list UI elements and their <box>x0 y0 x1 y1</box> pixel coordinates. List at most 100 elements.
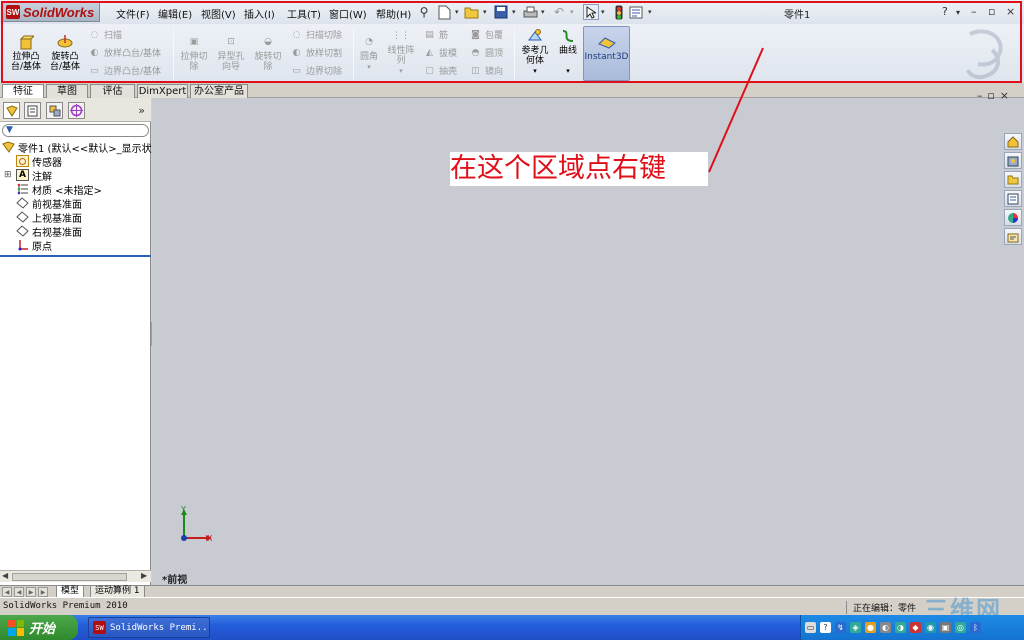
viewport-close-icon[interactable]: × <box>1000 89 1014 102</box>
volume-icon[interactable]: ◐ <box>880 622 891 633</box>
menu-help[interactable]: 帮助(H) <box>376 6 411 21</box>
file-explorer-icon[interactable] <box>1004 171 1022 188</box>
solidworks-logo[interactable]: SW SolidWorks <box>2 2 100 22</box>
revolve-cut-button[interactable]: ◒ 旋转切 除 <box>250 34 286 72</box>
custom-properties-icon[interactable] <box>1004 228 1022 245</box>
feature-manager-tab-icon[interactable] <box>3 102 20 119</box>
expand-icon[interactable]: ⊞ <box>4 170 12 180</box>
taskbar-solidworks-item[interactable]: SW SolidWorks Premi... <box>88 617 210 638</box>
draft-button[interactable]: ◭ 拔模 <box>423 46 457 60</box>
curves-dropdown-icon[interactable]: ▾ <box>566 66 570 76</box>
next-tab-icon[interactable]: ▶ <box>26 587 36 597</box>
swept-cut-button[interactable]: ◌ 扫描切除 <box>290 28 342 42</box>
reference-geometry-dropdown-icon[interactable]: ▾ <box>533 66 537 76</box>
help-icon[interactable]: ? <box>942 5 948 18</box>
rib-button[interactable]: ▤ 筋 <box>423 28 448 42</box>
open-folder-icon[interactable] <box>464 4 480 20</box>
tree-item-sensors[interactable]: 传感器 <box>16 154 62 169</box>
linear-pattern-button[interactable]: ⋮⋮ 线性阵 列 ▾ <box>384 28 418 76</box>
menu-edit[interactable]: 编辑(E) <box>158 6 192 21</box>
curves-button[interactable]: 曲线 ▾ <box>555 28 581 76</box>
menu-file[interactable]: 文件(F) <box>116 6 150 21</box>
fillet-button[interactable]: ◔ 圆角 ▾ <box>356 34 382 72</box>
hole-wizard-button[interactable]: ⊡ 异型孔 向导 <box>213 34 249 72</box>
tab-office-products[interactable]: 办公室产品 <box>190 84 248 98</box>
revolve-boss-button[interactable]: 旋转凸 台/基体 <box>47 34 83 72</box>
wrap-button[interactable]: ◙ 包覆 <box>469 28 503 42</box>
tree-item-annotations[interactable]: ⊞ A 注解 <box>4 168 52 183</box>
view-palette-icon[interactable] <box>1004 190 1022 207</box>
help-tray-icon[interactable]: ? <box>820 622 831 633</box>
options-dropdown-icon[interactable]: ▾ <box>648 8 652 16</box>
menu-insert[interactable]: 插入(I) <box>244 6 275 21</box>
save-icon[interactable] <box>493 4 509 20</box>
reference-geometry-button[interactable]: 参考几 何体 ▾ <box>518 28 552 76</box>
sweep-button[interactable]: ◌ 扫描 <box>88 28 122 42</box>
dimxpert-manager-tab-icon[interactable] <box>68 102 85 119</box>
tab-evaluate[interactable]: 评估 <box>90 84 135 98</box>
rebuild-traffic-light-icon[interactable] <box>611 4 627 20</box>
rollback-bar[interactable] <box>0 255 151 257</box>
last-tab-icon[interactable]: ▶ <box>38 587 48 597</box>
restore-icon[interactable]: ▫ <box>988 5 995 18</box>
panel-more-icon[interactable]: » <box>138 104 145 117</box>
instant3d-button[interactable]: Instant3D <box>583 26 630 81</box>
keyboard-icon[interactable]: ▭ <box>805 622 816 633</box>
security-icon[interactable]: ● <box>865 622 876 633</box>
configuration-manager-tab-icon[interactable] <box>46 102 63 119</box>
tab-sketch[interactable]: 草图 <box>46 84 88 98</box>
print-dropdown-icon[interactable]: ▾ <box>541 8 545 16</box>
linear-pattern-dropdown-icon[interactable]: ▾ <box>399 66 403 76</box>
appearances-icon[interactable] <box>1004 209 1022 226</box>
dome-button[interactable]: ◓ 圆顶 <box>469 46 503 60</box>
menu-window[interactable]: 窗口(W) <box>329 6 367 21</box>
loft-boss-button[interactable]: ◐ 放样凸台/基体 <box>88 46 161 60</box>
tree-item-front-plane[interactable]: 前视基准面 <box>16 196 82 211</box>
property-manager-tab-icon[interactable] <box>24 102 41 119</box>
select-dropdown-icon[interactable]: ▾ <box>601 8 605 16</box>
new-dropdown-icon[interactable]: ▾ <box>455 8 459 16</box>
new-document-icon[interactable] <box>436 4 452 20</box>
language-icon[interactable]: ↯ <box>835 622 846 633</box>
first-tab-icon[interactable]: ◀ <box>2 587 12 597</box>
save-dropdown-icon[interactable]: ▾ <box>512 8 516 16</box>
options-icon[interactable] <box>628 4 644 20</box>
lofted-cut-button[interactable]: ◐ 放样切割 <box>290 46 342 60</box>
viewport-restore-icon[interactable]: ▫ <box>987 89 999 102</box>
feature-filter-input[interactable]: ▼ <box>2 124 149 137</box>
menu-tools[interactable]: 工具(T) <box>287 6 321 21</box>
menu-view[interactable]: 视图(V) <box>201 6 236 21</box>
messenger-icon[interactable]: ◉ <box>925 622 936 633</box>
viewport-minimize-icon[interactable]: – <box>977 89 988 102</box>
update-icon[interactable]: ◑ <box>895 622 906 633</box>
display-icon[interactable]: ▣ <box>940 622 951 633</box>
scroll-left-icon[interactable]: ◀ <box>2 571 8 580</box>
tree-item-material[interactable]: 材质 <未指定> <box>16 182 102 197</box>
undo-dropdown-icon[interactable]: ▾ <box>570 8 574 16</box>
tree-item-part[interactable]: 零件1 (默认<<默认>_显示状态 <box>2 140 162 155</box>
tab-features[interactable]: 特征 <box>2 84 44 98</box>
bluetooth-icon[interactable]: ᛒ <box>970 622 981 633</box>
extrude-boss-button[interactable]: 拉伸凸 台/基体 <box>8 34 44 72</box>
tree-item-origin[interactable]: 原点 <box>16 238 52 253</box>
print-icon[interactable] <box>522 4 538 20</box>
mirror-button[interactable]: ◫ 镜向 <box>469 64 503 78</box>
close-icon[interactable]: × <box>1006 5 1015 18</box>
select-cursor-icon[interactable] <box>583 4 599 20</box>
panel-horizontal-scrollbar[interactable]: ◀ ▶ <box>0 570 151 582</box>
design-library-icon[interactable] <box>1004 152 1022 169</box>
boundary-boss-button[interactable]: ▭ 边界凸台/基体 <box>88 64 161 78</box>
task-pane-home-icon[interactable] <box>1004 133 1022 150</box>
tab-dimxpert[interactable]: DimXpert <box>137 84 188 98</box>
help-dropdown-icon[interactable]: ▾ <box>956 8 960 17</box>
tree-item-right-plane[interactable]: 右视基准面 <box>16 224 82 239</box>
prev-tab-icon[interactable]: ◀ <box>14 587 24 597</box>
scroll-right-icon[interactable]: ▶ <box>141 571 147 580</box>
open-dropdown-icon[interactable]: ▾ <box>483 8 487 16</box>
antivirus-icon[interactable]: ◆ <box>910 622 921 633</box>
fillet-dropdown-icon[interactable]: ▾ <box>367 62 371 72</box>
shell-button[interactable]: ▢ 抽壳 <box>423 64 457 78</box>
minimize-icon[interactable]: – <box>971 5 977 18</box>
extrude-cut-button[interactable]: ▣ 拉伸切 除 <box>176 34 212 72</box>
boundary-cut-button[interactable]: ▭ 边界切除 <box>290 64 342 78</box>
